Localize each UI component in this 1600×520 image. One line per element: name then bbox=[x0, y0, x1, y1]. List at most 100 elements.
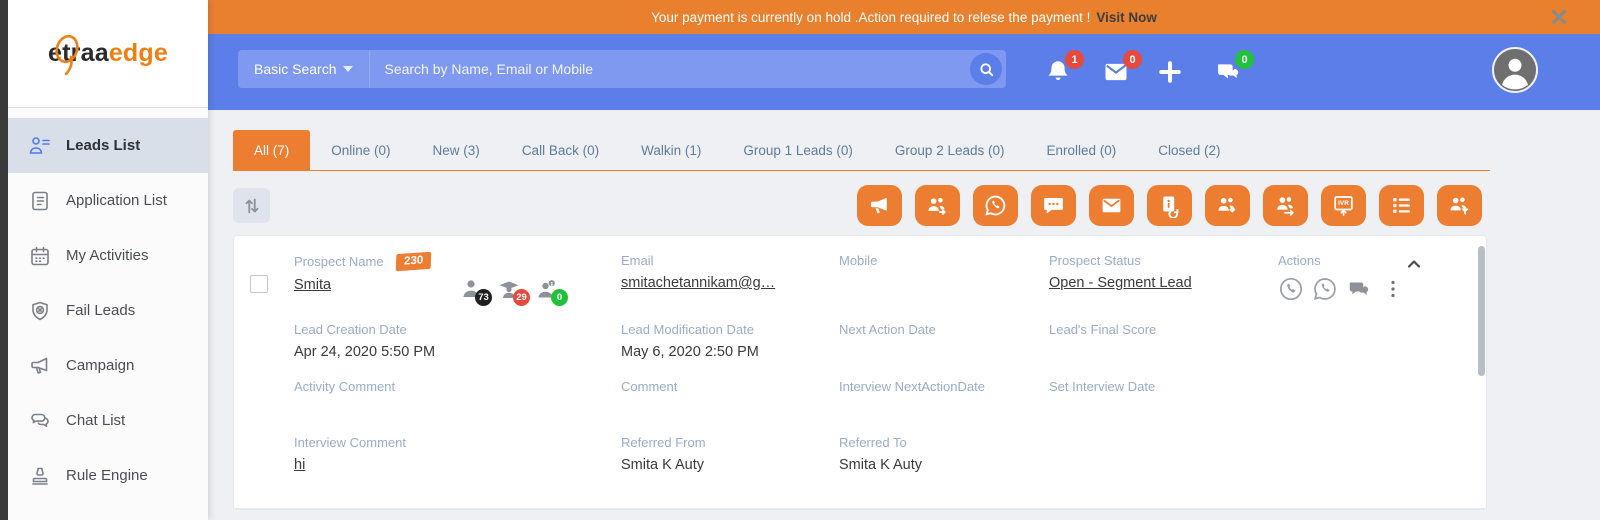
avatar[interactable] bbox=[1492, 47, 1538, 93]
next-action-date-label: Next Action Date bbox=[839, 322, 936, 337]
tab-all[interactable]: All (7) bbox=[233, 130, 311, 170]
lead-card: Prospect Name 230 Smita 73 29 0 Email sm… bbox=[233, 235, 1487, 510]
phone-icon[interactable] bbox=[1278, 276, 1304, 302]
search-mode-label: Basic Search bbox=[254, 61, 337, 77]
kebab-icon[interactable] bbox=[1380, 276, 1406, 302]
share-leads-button[interactable] bbox=[915, 185, 960, 226]
interview-comment-label: Interview Comment bbox=[294, 435, 406, 450]
add-lead-button[interactable] bbox=[1156, 58, 1184, 86]
list-view-button[interactable] bbox=[1379, 185, 1424, 226]
contact-sync-button[interactable] bbox=[1147, 185, 1192, 226]
sidebar-item-application-list[interactable]: Application List bbox=[8, 173, 208, 228]
bulk-action-buttons: IVR bbox=[857, 185, 1482, 226]
chat-badge: 0 bbox=[1235, 50, 1254, 69]
tab-group-1-leads[interactable]: Group 1 Leads (0) bbox=[722, 130, 874, 170]
megaphone-icon bbox=[870, 197, 887, 214]
users-download-icon bbox=[1218, 197, 1236, 213]
users-filter-icon bbox=[1450, 197, 1469, 215]
search-icon bbox=[979, 62, 993, 76]
sort-button[interactable] bbox=[233, 188, 270, 223]
sidebar-item-rule-engine[interactable]: Rule Engine bbox=[8, 448, 208, 503]
users-transfer-icon bbox=[1277, 197, 1294, 216]
application-list-icon bbox=[28, 189, 52, 213]
notifications-button[interactable]: 1 bbox=[1044, 50, 1084, 86]
stamp-icon bbox=[28, 464, 52, 488]
transfer-leads-button[interactable] bbox=[1263, 185, 1308, 226]
sidebar-item-campaign[interactable]: Campaign bbox=[8, 338, 208, 393]
close-icon[interactable] bbox=[1546, 4, 1572, 30]
whatsapp-button[interactable] bbox=[973, 185, 1018, 226]
toolbar: IVR bbox=[233, 185, 1482, 226]
activity-count-badge: 73 bbox=[475, 289, 492, 306]
sidebar-item-chat-list[interactable]: Chat List bbox=[8, 393, 208, 448]
lead-tabs: All (7) Online (0) New (3) Call Back (0)… bbox=[233, 130, 1490, 171]
ivr-push-icon: IVR bbox=[1334, 196, 1353, 216]
tab-enrolled[interactable]: Enrolled (0) bbox=[1025, 130, 1137, 170]
sort-arrows-icon bbox=[245, 198, 258, 213]
tab-new[interactable]: New (3) bbox=[412, 130, 501, 170]
prospect-status-label: Prospect Status bbox=[1049, 253, 1141, 268]
interview-comment-value[interactable]: hi bbox=[294, 457, 621, 473]
tab-online[interactable]: Online (0) bbox=[310, 130, 411, 170]
chevron-down-icon bbox=[343, 66, 354, 72]
email-value[interactable]: smitachetannikam@g… bbox=[621, 275, 839, 291]
search-input[interactable] bbox=[370, 50, 970, 88]
logo: etraaedge bbox=[8, 0, 208, 108]
sidebar-item-leads-list[interactable]: Leads List bbox=[8, 118, 208, 173]
main-content: All (7) Online (0) New (3) Call Back (0)… bbox=[208, 110, 1600, 520]
tab-group-2-leads[interactable]: Group 2 Leads (0) bbox=[874, 130, 1026, 170]
actions-label: Actions bbox=[1278, 253, 1321, 268]
sidebar-item-label: My Activities bbox=[66, 247, 149, 264]
email-icon bbox=[1102, 198, 1121, 213]
creation-date-value: Apr 24, 2020 5:50 PM bbox=[294, 344, 436, 360]
tab-call-back[interactable]: Call Back (0) bbox=[501, 130, 620, 170]
filter-leads-button[interactable] bbox=[1437, 185, 1482, 226]
sidebar-item-my-activities[interactable]: My Activities bbox=[8, 228, 208, 283]
activity-count[interactable]: 73 bbox=[459, 277, 492, 306]
sidebar-item-label: Application List bbox=[66, 192, 167, 209]
education-count-badge: 29 bbox=[513, 289, 530, 306]
collapse-chevron-up-icon[interactable] bbox=[1404, 254, 1424, 274]
referred-from-label: Referred From bbox=[621, 435, 706, 450]
megaphone-icon bbox=[28, 354, 52, 378]
messages-button[interactable]: 0 bbox=[1102, 50, 1142, 86]
shield-fail-icon bbox=[28, 299, 52, 323]
set-interview-date-label: Set Interview Date bbox=[1049, 379, 1156, 394]
chat-button[interactable]: 0 bbox=[1214, 50, 1254, 86]
tab-closed[interactable]: Closed (2) bbox=[1137, 130, 1241, 170]
search-mode-dropdown[interactable]: Basic Search bbox=[238, 50, 371, 88]
card-scrollbar[interactable] bbox=[1478, 246, 1485, 376]
chat-icon[interactable] bbox=[1346, 276, 1372, 302]
modification-date-label: Lead Modification Date bbox=[621, 322, 754, 337]
notifications-badge: 1 bbox=[1065, 50, 1084, 69]
prospect-name-value[interactable]: Smita bbox=[294, 277, 331, 293]
banner-message: Your payment is currently on hold .Actio… bbox=[651, 9, 1091, 25]
lead-row-referrals: Interview Comment hi Referred From Smita… bbox=[234, 435, 1486, 508]
comment-label: Comment bbox=[621, 379, 678, 394]
sidebar-item-fail-leads[interactable]: Fail Leads bbox=[8, 283, 208, 338]
email-button[interactable] bbox=[1089, 185, 1134, 226]
contact-sync-icon bbox=[1163, 196, 1179, 218]
prospect-status-value[interactable]: Open - Segment Lead bbox=[1049, 275, 1278, 291]
final-score-label: Lead's Final Score bbox=[1049, 322, 1157, 337]
top-header: Basic Search 1 0 0 bbox=[208, 34, 1600, 110]
import-leads-button[interactable] bbox=[1205, 185, 1250, 226]
tab-walkin[interactable]: Walkin (1) bbox=[620, 130, 722, 170]
whatsapp-icon bbox=[985, 195, 1006, 216]
visit-now-link[interactable]: Visit Now bbox=[1096, 10, 1157, 25]
lead-row-identity: Prospect Name 230 Smita 73 29 0 Email sm… bbox=[234, 236, 1486, 322]
messages-badge: 0 bbox=[1123, 50, 1142, 69]
plus-icon bbox=[1159, 61, 1181, 83]
ivr-push-button[interactable]: IVR bbox=[1321, 185, 1366, 226]
sms-button[interactable] bbox=[1031, 185, 1076, 226]
sms-icon bbox=[1044, 198, 1063, 214]
calendar-icon bbox=[28, 244, 52, 268]
info-count[interactable]: 0 bbox=[535, 277, 568, 306]
education-count[interactable]: 29 bbox=[497, 277, 530, 306]
whatsapp-icon[interactable] bbox=[1312, 276, 1338, 302]
search-button[interactable] bbox=[970, 53, 1002, 85]
campaign-button[interactable] bbox=[857, 185, 902, 226]
lead-actions bbox=[1278, 276, 1486, 302]
sidebar-item-label: Campaign bbox=[66, 357, 135, 374]
lead-checkbox[interactable] bbox=[250, 275, 268, 293]
